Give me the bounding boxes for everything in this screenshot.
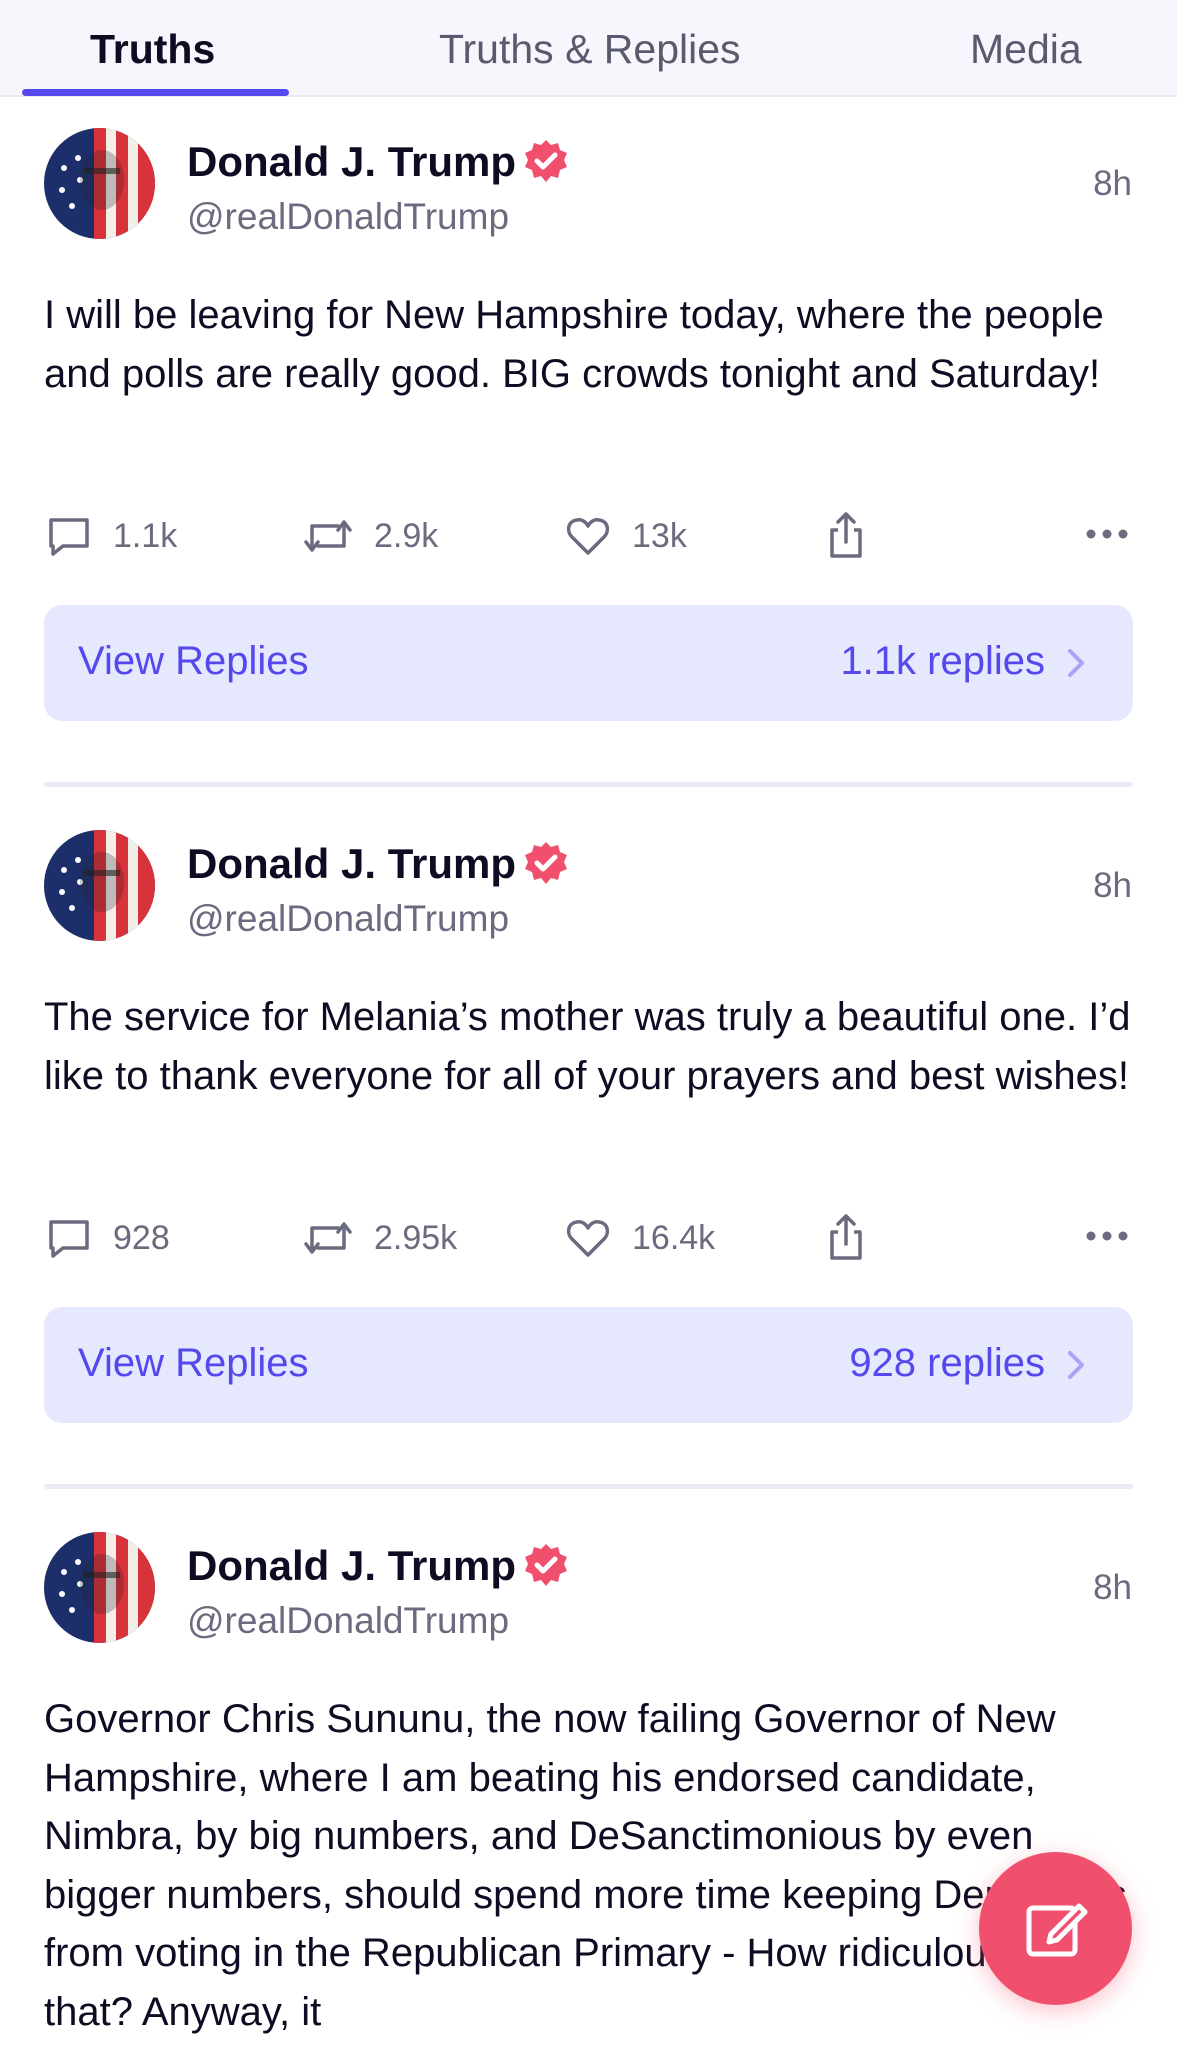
- tab-truths-and-replies[interactable]: Truths & Replies: [439, 26, 741, 73]
- share-icon: [830, 1214, 862, 1260]
- verified-badge-icon: [525, 140, 567, 182]
- author-handle[interactable]: @realDonaldTrump: [187, 898, 509, 940]
- retruth-icon: [304, 1222, 352, 1254]
- chevron-right-icon: [1068, 649, 1084, 677]
- active-tab-indicator: [22, 89, 289, 96]
- post-text: Governor Chris Sununu, the now failing G…: [44, 1697, 1127, 2034]
- author-name[interactable]: Donald J. Trump: [187, 840, 516, 888]
- retruth-count: 2.9k: [374, 516, 439, 555]
- share-button[interactable]: [822, 1208, 870, 1268]
- post-divider: [44, 1484, 1133, 1489]
- profile-tabs: Truths Truths & Replies Media: [0, 0, 1177, 97]
- author-name[interactable]: Donald J. Trump: [187, 138, 516, 186]
- tab-media[interactable]: Media: [970, 26, 1082, 73]
- author-handle[interactable]: @realDonaldTrump: [187, 1600, 509, 1642]
- more-dots-icon[interactable]: [1085, 1224, 1129, 1248]
- author-name[interactable]: Donald J. Trump: [187, 1542, 516, 1590]
- view-replies-button[interactable]: View Replies 928 replies: [44, 1307, 1133, 1423]
- reply-count: 928: [113, 1218, 170, 1257]
- post-actions: 1.1k 2.9k 13k: [0, 506, 1177, 566]
- more-dots-icon[interactable]: [1085, 522, 1129, 546]
- retruth-button[interactable]: 2.95k: [302, 1208, 457, 1268]
- post-text: I will be leaving for New Hampshire toda…: [44, 293, 1104, 396]
- avatar[interactable]: [44, 128, 155, 239]
- replies-count-label: 1.1k replies: [840, 639, 1045, 683]
- post-time: 8h: [1093, 866, 1132, 905]
- avatar[interactable]: [44, 1532, 155, 1643]
- avatar[interactable]: [44, 830, 155, 941]
- chevron-right-icon: [1068, 1351, 1084, 1379]
- view-replies-button[interactable]: View Replies 1.1k replies: [44, 605, 1133, 721]
- truth-post[interactable]: Donald J. Trump @realDonaldTrump 8h I wi…: [0, 128, 1177, 828]
- like-button[interactable]: 16.4k: [564, 1208, 715, 1268]
- compose-button[interactable]: [979, 1852, 1132, 2005]
- verified-badge-icon: [525, 1544, 567, 1586]
- comment-icon: [49, 518, 89, 556]
- post-actions: 928 2.95k 16.4k: [0, 1208, 1177, 1268]
- post-divider: [44, 782, 1133, 787]
- reply-button[interactable]: 1.1k: [45, 506, 177, 566]
- share-icon: [830, 512, 862, 558]
- like-count: 13k: [632, 516, 687, 555]
- tab-truths[interactable]: Truths: [90, 26, 215, 73]
- reply-button[interactable]: 928: [45, 1208, 170, 1268]
- share-button[interactable]: [822, 506, 870, 566]
- replies-count-label: 928 replies: [849, 1341, 1045, 1385]
- comment-icon: [49, 1220, 89, 1258]
- post-time: 8h: [1093, 1568, 1132, 1607]
- like-button[interactable]: 13k: [564, 506, 687, 566]
- reply-count: 1.1k: [113, 516, 178, 555]
- truth-post[interactable]: Donald J. Trump @realDonaldTrump 8h The …: [0, 830, 1177, 1530]
- like-count: 16.4k: [632, 1218, 716, 1257]
- retruth-button[interactable]: 2.9k: [302, 506, 438, 566]
- verified-badge-icon: [525, 842, 567, 884]
- post-text: The service for Melania’s mother was tru…: [44, 995, 1131, 1098]
- view-replies-label: View Replies: [78, 639, 309, 683]
- post-time: 8h: [1093, 164, 1132, 203]
- heart-icon: [566, 1220, 610, 1257]
- view-replies-label: View Replies: [78, 1341, 309, 1385]
- retruth-icon: [304, 520, 352, 552]
- retruth-count: 2.95k: [374, 1218, 458, 1257]
- author-handle[interactable]: @realDonaldTrump: [187, 196, 509, 238]
- heart-icon: [566, 518, 610, 555]
- compose-icon: [1026, 1903, 1087, 1956]
